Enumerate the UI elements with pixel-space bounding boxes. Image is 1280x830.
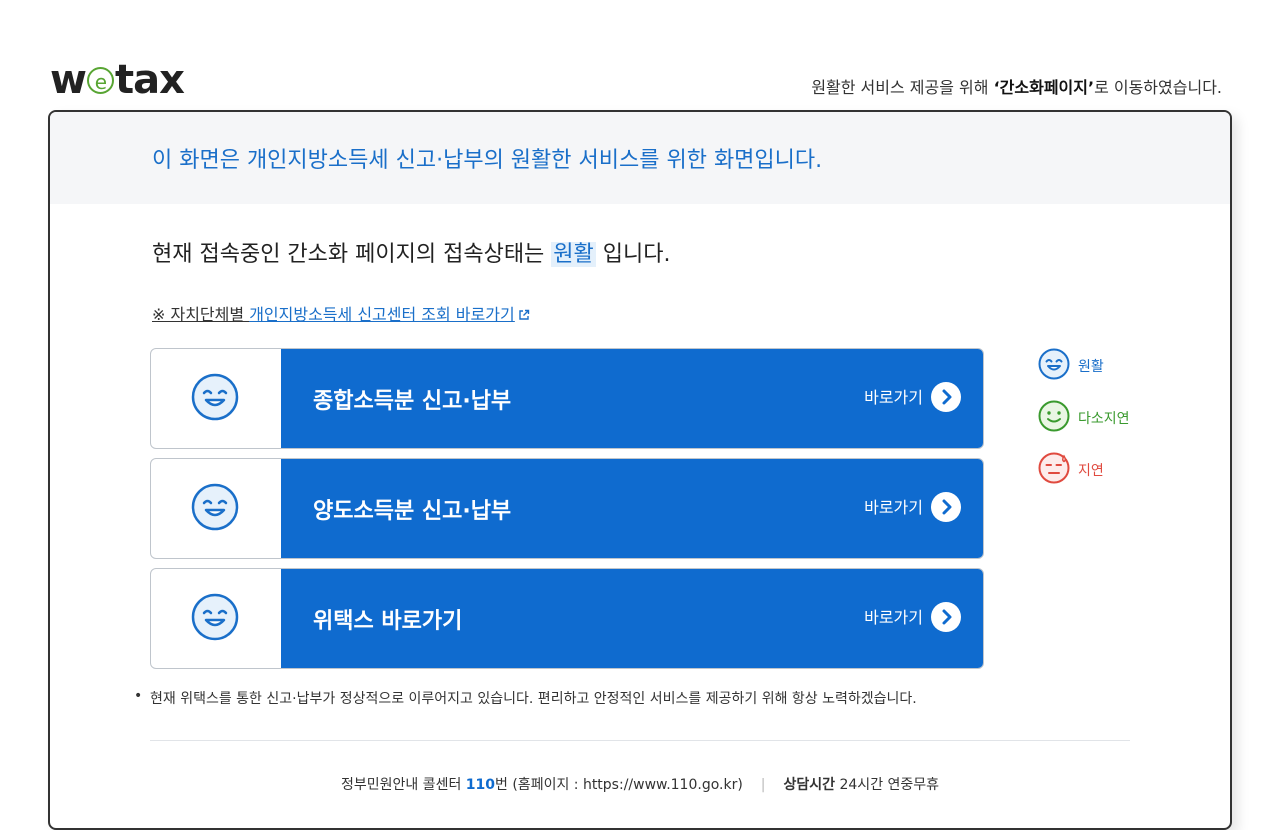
- service-title: 양도소득분 신고·납부: [313, 499, 512, 524]
- smile-face-icon: [191, 373, 239, 421]
- wetax-logo[interactable]: w e tax: [50, 57, 185, 103]
- legend-label: 원활: [1078, 359, 1104, 375]
- legend-delay: 지연: [1038, 452, 1158, 504]
- chevron-right-icon: [931, 491, 961, 522]
- service-title: 위택스 바로가기: [313, 609, 463, 634]
- go-button[interactable]: 바로가기: [864, 381, 961, 413]
- redirect-notice-bold: ‘간소화페이지’: [993, 78, 1095, 97]
- service-status-note: 현재 위택스를 통한 신고·납부가 정상적으로 이루어지고 있습니다. 편리하고…: [134, 688, 917, 708]
- service-title: 종합소득분 신고·납부: [313, 389, 512, 414]
- go-label: 바로가기: [864, 498, 923, 517]
- logo-e-icon: e: [86, 67, 114, 94]
- service-wetax-shortcut[interactable]: 위택스 바로가기 바로가기: [150, 568, 984, 669]
- service-button-body[interactable]: 종합소득분 신고·납부 바로가기: [281, 349, 983, 448]
- logo-tax: tax: [114, 57, 185, 103]
- header: w e tax 원활한 서비스 제공을 위해 ‘간소화페이지’로 이동하였습니다.: [50, 58, 1222, 102]
- sweat-face-icon: [1038, 452, 1070, 484]
- status-prefix: 현재 접속중인 간소화 페이지의 접속상태는: [152, 242, 552, 267]
- link-prefix: ※ 자치단체별: [152, 305, 250, 324]
- service-status-face: [151, 569, 281, 668]
- service-status-face: [151, 349, 281, 448]
- footer-separator: |: [760, 777, 766, 793]
- redirect-notice: 원활한 서비스 제공을 위해 ‘간소화페이지’로 이동하였습니다.: [811, 74, 1222, 98]
- legend-slight-delay: 다소지연: [1038, 400, 1158, 452]
- local-center-link-line: ※ 자치단체별 개인지방소득세 신고센터 조회 바로가기: [152, 301, 530, 325]
- service-list: 종합소득분 신고·납부 바로가기 양도소득분 신고·납부 바로가기 위택스 바로…: [150, 348, 984, 678]
- status-suffix: 입니다.: [595, 242, 671, 267]
- smile-face-icon: [191, 483, 239, 531]
- smile-face-icon: [1038, 348, 1070, 380]
- info-banner: 이 화면은 개인지방소득세 신고·납부의 원활한 서비스를 위한 화면입니다.: [50, 112, 1230, 204]
- banner-text: 이 화면은 개인지방소득세 신고·납부의 원활한 서비스를 위한 화면입니다.: [152, 148, 823, 173]
- chevron-right-icon: [931, 381, 961, 412]
- service-button-body[interactable]: 위택스 바로가기 바로가기: [281, 569, 983, 668]
- footer-contact: 정부민원안내 콜센터 110번 (홈페이지 : https://www.110.…: [50, 774, 1230, 794]
- neutral-smile-face-icon: [1038, 400, 1070, 432]
- connection-status: 현재 접속중인 간소화 페이지의 접속상태는 원활 입니다.: [152, 236, 671, 268]
- redirect-notice-prefix: 원활한 서비스 제공을 위해: [811, 78, 994, 97]
- service-capital-gains[interactable]: 양도소득분 신고·납부 바로가기: [150, 458, 984, 559]
- status-legend: 원활 다소지연 지연: [1038, 348, 1158, 504]
- note-text: 현재 위택스를 통한 신고·납부가 정상적으로 이루어지고 있습니다. 편리하고…: [150, 691, 917, 707]
- external-link-icon: [518, 309, 529, 320]
- go-button[interactable]: 바로가기: [864, 601, 961, 633]
- legend-label: 다소지연: [1078, 411, 1130, 427]
- redirect-notice-suffix: 로 이동하였습니다.: [1094, 78, 1222, 97]
- legend-label: 지연: [1078, 463, 1104, 479]
- go-label: 바로가기: [864, 608, 923, 627]
- chevron-right-icon: [931, 601, 961, 632]
- main-card: 이 화면은 개인지방소득세 신고·납부의 원활한 서비스를 위한 화면입니다. …: [48, 110, 1232, 830]
- go-button[interactable]: 바로가기: [864, 491, 961, 523]
- divider: [150, 740, 1130, 741]
- go-label: 바로가기: [864, 388, 923, 407]
- callcenter-homepage: 번 (홈페이지 : https://www.110.go.kr): [495, 777, 743, 793]
- smile-face-icon: [191, 593, 239, 641]
- callcenter-label: 정부민원안내 콜센터: [340, 777, 466, 793]
- service-status-face: [151, 459, 281, 558]
- service-button-body[interactable]: 양도소득분 신고·납부 바로가기: [281, 459, 983, 558]
- service-comprehensive-income[interactable]: 종합소득분 신고·납부 바로가기: [150, 348, 984, 449]
- logo-w: w: [50, 57, 87, 103]
- hours-label: 상담시간: [783, 777, 836, 793]
- hours-value: 24시간 연중무휴: [835, 777, 940, 793]
- local-center-link[interactable]: 개인지방소득세 신고센터 조회 바로가기: [249, 305, 515, 324]
- legend-smooth: 원활: [1038, 348, 1158, 400]
- callcenter-number: 110: [465, 777, 496, 793]
- status-value: 원활: [551, 242, 596, 267]
